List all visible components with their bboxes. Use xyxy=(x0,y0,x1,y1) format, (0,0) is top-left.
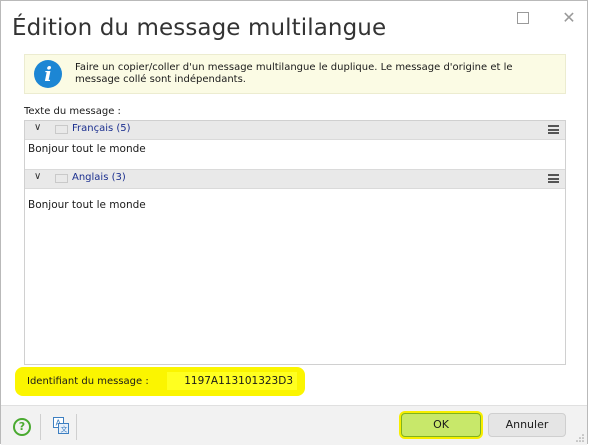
separator xyxy=(40,414,41,440)
message-text-english[interactable]: Bonjour tout le monde xyxy=(28,199,146,211)
language-name-english: Anglais (3) xyxy=(72,172,126,183)
maximize-icon[interactable] xyxy=(514,9,532,27)
message-label: Texte du message : xyxy=(24,106,121,117)
help-icon[interactable]: ? xyxy=(13,418,31,436)
flag-france-icon xyxy=(55,125,68,134)
identifier-label: Identifiant du message : xyxy=(27,376,149,387)
close-icon[interactable]: ✕ xyxy=(560,9,578,27)
identifier-value: 1197A113101323D3 xyxy=(167,372,297,390)
info-text: Faire un copier/coller d'un message mult… xyxy=(75,62,513,85)
svg-text:文: 文 xyxy=(61,425,68,434)
translate-icon[interactable]: A 文 xyxy=(53,417,69,434)
menu-icon[interactable] xyxy=(548,174,559,183)
language-header-english[interactable]: ∨ Anglais (3) xyxy=(25,169,565,189)
message-text-french[interactable]: Bonjour tout le monde xyxy=(28,143,146,155)
message-editor: ∨ Français (5) Bonjour tout le monde ∨ A… xyxy=(24,120,566,365)
cancel-button[interactable]: Annuler xyxy=(488,413,566,437)
language-name-french: Français (5) xyxy=(72,123,131,134)
identifier-row: Identifiant du message : 1197A113101323D… xyxy=(15,367,305,396)
menu-icon[interactable] xyxy=(548,125,559,134)
ok-button[interactable]: OK xyxy=(401,413,481,437)
info-icon: i xyxy=(34,60,62,88)
dialog-window: Édition du message multilangue ✕ i Faire… xyxy=(0,0,588,445)
language-header-french[interactable]: ∨ Français (5) xyxy=(25,121,565,140)
chevron-down-icon[interactable]: ∨ xyxy=(34,171,41,182)
dialog-footer: ? A 文 OK Annuler xyxy=(1,405,587,445)
dialog-title: Édition du message multilangue xyxy=(12,15,387,41)
info-banner: i Faire un copier/coller d'un message mu… xyxy=(24,54,566,94)
chevron-down-icon[interactable]: ∨ xyxy=(34,122,41,133)
flag-uk-icon xyxy=(55,174,68,183)
resize-grip-icon[interactable] xyxy=(576,434,584,442)
separator xyxy=(76,414,77,440)
